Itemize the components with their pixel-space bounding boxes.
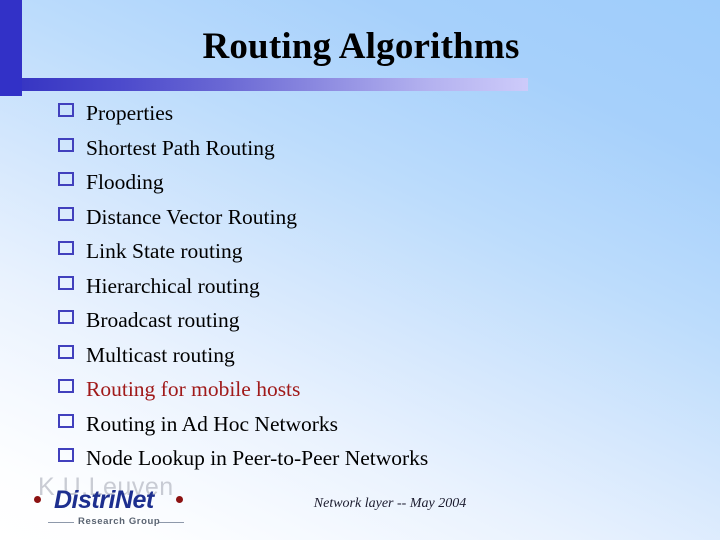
hollow-square-bullet-icon (58, 275, 74, 290)
list-item[interactable]: Properties (58, 98, 678, 133)
list-item-label: Broadcast routing (86, 308, 240, 332)
slide-title: Routing Algorithms (202, 26, 520, 67)
list-item-label: Shortest Path Routing (86, 135, 275, 160)
hollow-square-bullet-icon (58, 103, 74, 117)
logo-wordmark: DistriNet (54, 486, 154, 514)
list-item-label: Multicast routing (86, 342, 235, 367)
hollow-square-bullet-icon (58, 448, 74, 462)
slide-canvas: Routing Algorithms Properties Shortest P… (0, 0, 720, 540)
hollow-square-bullet-icon (58, 206, 74, 221)
list-item-label: Flooding (86, 170, 164, 194)
list-item[interactable]: Link State routing (58, 236, 678, 271)
list-item-label: Node Lookup in Peer-to-Peer Networks (86, 446, 429, 470)
list-item[interactable]: Multicast routing (58, 340, 678, 375)
list-item[interactable]: Flooding (58, 167, 678, 202)
list-item-label: Link State routing (86, 239, 243, 263)
slide-footer: Network layer -- May 2004 (313, 496, 467, 511)
list-item[interactable]: Shortest Path Routing (58, 133, 678, 168)
hollow-square-bullet-icon (58, 413, 74, 428)
list-item-label: Hierarchical routing (86, 273, 260, 298)
logo-rule-left (48, 522, 74, 523)
hollow-square-bullet-icon (58, 379, 74, 393)
bullet-list: Properties Shortest Path Routing Floodin… (58, 98, 678, 478)
distrinet-logo: K.U.Leuven DistriNet Research Group (32, 470, 212, 536)
hollow-square-bullet-icon (58, 344, 74, 359)
logo-subtitle-text: Research Group (78, 516, 161, 527)
list-item[interactable]: Broadcast routing (58, 305, 678, 340)
list-item-label: Routing in Ad Hoc Networks (86, 411, 339, 436)
list-item-label: Routing for mobile hosts (86, 377, 301, 401)
left-accent-bar (0, 0, 22, 96)
list-item[interactable]: Routing in Ad Hoc Networks (58, 409, 678, 444)
hollow-square-bullet-icon (58, 172, 74, 186)
list-item-label: Properties (86, 101, 174, 125)
logo-dot-right-icon (176, 496, 183, 503)
list-item[interactable]: Distance Vector Routing (58, 202, 678, 237)
logo-rule-right (158, 522, 184, 523)
hollow-square-bullet-icon (58, 137, 74, 152)
list-item[interactable]: Hierarchical routing (58, 271, 678, 306)
hollow-square-bullet-icon (58, 241, 74, 255)
list-item-highlighted[interactable]: Routing for mobile hosts (58, 374, 678, 409)
list-item-label: Distance Vector Routing (86, 204, 297, 229)
title-underline-rule (22, 78, 528, 91)
hollow-square-bullet-icon (58, 310, 74, 324)
